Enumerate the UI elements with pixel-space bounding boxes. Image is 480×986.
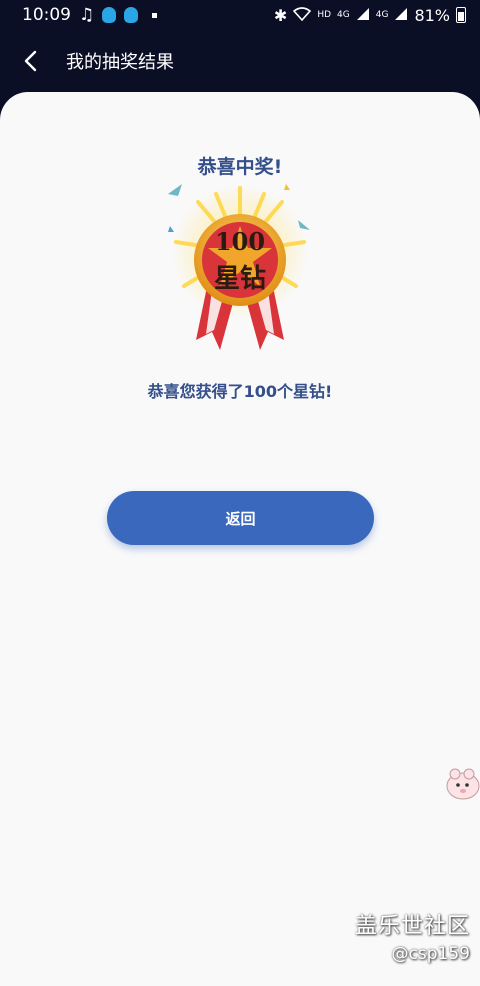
- signal-icon: [356, 6, 370, 25]
- network-label-2: 4G: [375, 10, 389, 20]
- floating-mascot-icon[interactable]: [443, 764, 480, 802]
- medal-badge-icon: 100 星钻: [160, 182, 320, 362]
- watermark: 盖乐世社区 @csp159: [355, 908, 470, 964]
- prize-message: 恭喜您获得了100个星钻!: [147, 382, 333, 401]
- status-time: 10:09: [22, 5, 71, 25]
- hd-label: HD: [317, 10, 332, 20]
- battery-icon: [456, 7, 466, 23]
- result-card: 恭喜中奖! 100 星钻 恭喜您获得了100个星钻! 返回: [0, 92, 480, 986]
- nav-bar: 我的抽奖结果: [0, 30, 480, 92]
- status-bar: 10:09 ♫ ✱ HD 4G 4G 81%: [0, 0, 480, 30]
- signal-icon: [394, 6, 408, 25]
- notification-dot-icon: [152, 12, 158, 18]
- watermark-handle: @csp159: [391, 944, 470, 964]
- back-button[interactable]: [0, 30, 60, 92]
- qq-icon: [124, 7, 139, 23]
- chevron-left-icon: [24, 50, 37, 72]
- music-note-icon: ♫: [79, 5, 95, 25]
- qq-icon: [102, 7, 117, 23]
- page-title: 我的抽奖结果: [66, 52, 174, 73]
- congrats-title: 恭喜中奖!: [197, 156, 283, 178]
- network-label-1: 4G: [337, 10, 350, 20]
- return-button[interactable]: 返回: [107, 491, 374, 545]
- medal-value: 100: [214, 227, 266, 256]
- bluetooth-icon: ✱: [273, 5, 288, 25]
- wifi-icon: [293, 6, 312, 25]
- watermark-main: 盖乐世社区: [354, 914, 470, 939]
- battery-percent: 81%: [414, 5, 450, 25]
- medal-unit: 星钻: [213, 264, 266, 294]
